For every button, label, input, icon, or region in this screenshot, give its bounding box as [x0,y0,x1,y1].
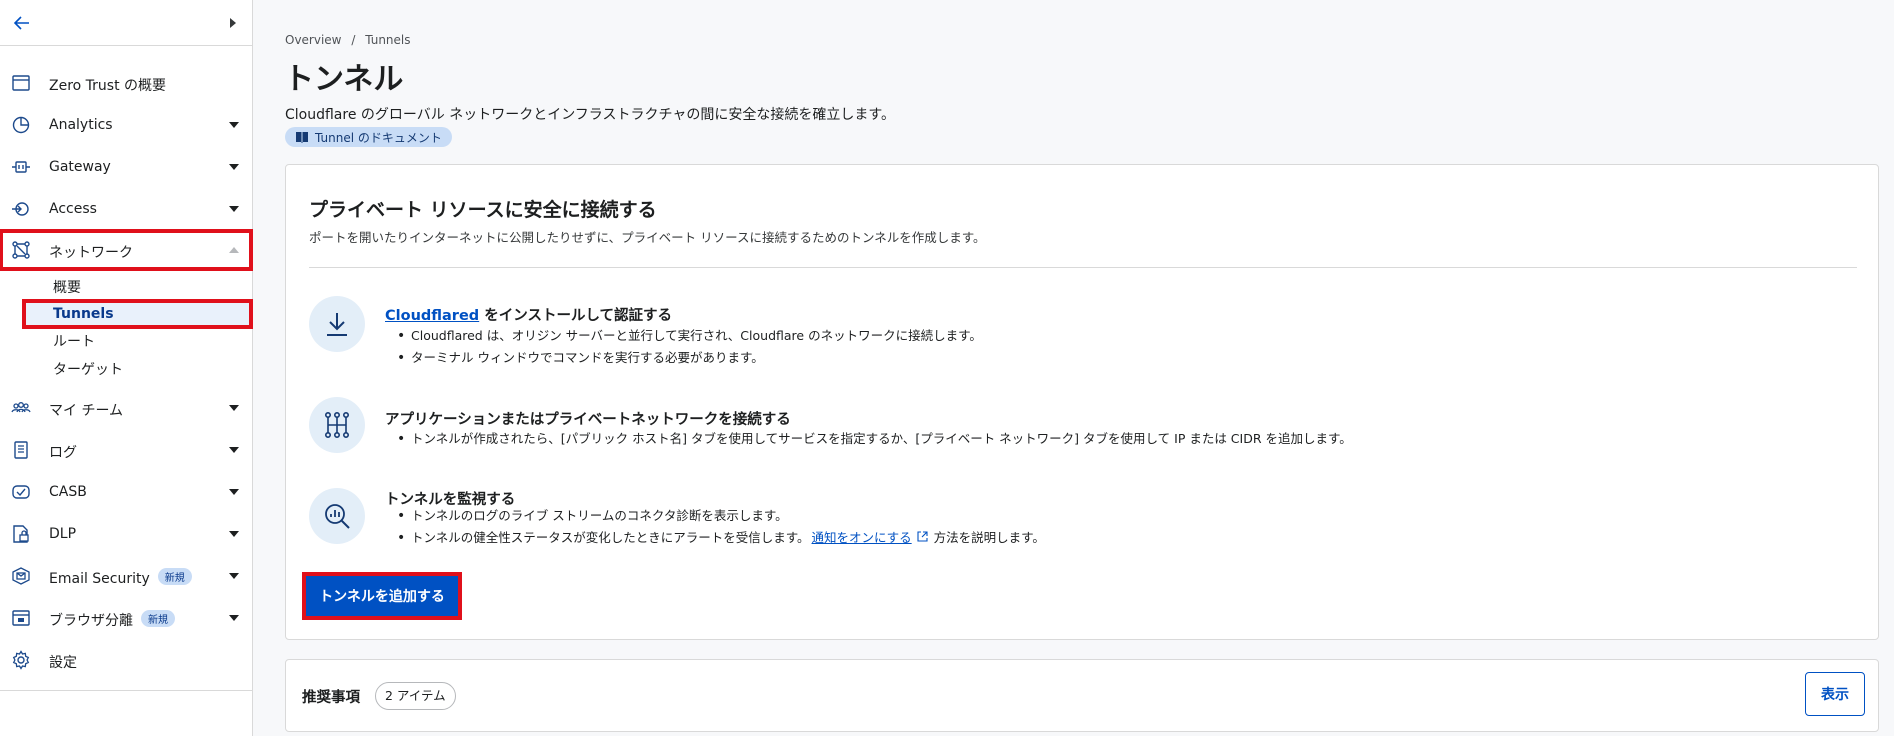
new-badge: 新規 [157,568,192,585]
step-icon-circle [309,296,365,352]
cloudflared-link[interactable]: Cloudflared [385,308,479,324]
chevron-right-icon[interactable] [228,17,238,29]
card-divider [309,267,1857,268]
sidebar-item-label: ログ [49,445,77,461]
chevron-down-icon [229,122,239,128]
chevron-down-icon [229,531,239,537]
doc-link-badge[interactable]: Tunnel のドキュメント [285,127,452,147]
chevron-down-icon [229,206,239,212]
monitor-search-icon [325,504,350,529]
sidebar-item-label: ネットワーク [49,245,133,261]
sidebar-subitem-targets[interactable]: ターゲット [23,354,252,382]
sidebar-item-dlp[interactable]: DLP [0,514,252,554]
gateway-icon [12,161,30,173]
sidebar-item-label: Zero Trust の概要 [49,78,167,94]
main-content: Overview / Tunnels トンネル Cloudflare のグローバ… [253,0,1894,736]
log-icon [14,441,28,459]
breadcrumb: Overview / Tunnels [285,33,411,47]
chevron-down-icon [229,447,239,453]
card-title: プライベート リソースに安全に接続する [309,199,657,221]
network-connect-icon [324,411,349,438]
chevron-down-icon [229,405,239,411]
step-bullets: トンネルが作成されたら、[パブリック ホスト名] タブを使用してサービスを指定す… [397,428,1352,450]
sidebar-item-label: Gateway [49,159,111,175]
breadcrumb-overview[interactable]: Overview [285,33,342,47]
sidebar-item-gateway[interactable]: Gateway [0,147,252,187]
tunnel-setup-card: プライベート リソースに安全に接続する ポートを開いたりインターネットに公開した… [285,164,1879,640]
sidebar-item-label: Analytics [49,117,113,133]
sidebar-subitem-tunnels[interactable]: Tunnels [22,299,253,329]
sidebar-item-overview[interactable]: Zero Trust の概要 [0,63,252,103]
recommendations-label: 推奨事項 [302,690,360,706]
step-bullets: Cloudflared は、オリジン サーバーと並行して実行され、Cloudfl… [397,325,982,369]
list-item: トンネルの健全性ステータスが変化したときにアラートを受信します。通知をオンにする… [397,527,1045,549]
breadcrumb-separator: / [351,33,356,47]
list-item: Cloudflared は、オリジン サーバーと並行して実行され、Cloudfl… [397,325,982,347]
sidebar-item-label: Access [49,201,97,217]
sidebar-item-browser-isolation[interactable]: ブラウザ分離 新規 [0,598,252,638]
list-item: トンネルのログのライブ ストリームのコネクタ診断を表示します。 [397,505,1045,527]
recommendations-count-badge: 2 アイテム [375,682,456,710]
step-icon-circle [309,397,365,453]
browser-isolation-icon [12,610,30,626]
casb-icon [12,485,30,499]
sidebar-item-label: マイ チーム [49,403,124,419]
enable-notifications-link[interactable]: 通知をオンにする [812,530,912,545]
add-tunnel-button[interactable]: トンネルを追加する [302,572,462,620]
chevron-down-icon [229,615,239,621]
chevron-down-icon [229,164,239,170]
step-bullets: トンネルのログのライブ ストリームのコネクタ診断を表示します。 トンネルの健全性… [397,505,1045,549]
sidebar-item-label: CASB [49,484,87,500]
book-icon [296,132,308,143]
sidebar-item-email-security[interactable]: Email Security 新規 [0,556,252,596]
sidebar-item-label: 設定 [49,655,77,671]
sidebar-item-network[interactable]: ネットワーク [0,229,253,271]
sidebar-header [0,0,252,46]
show-recommendations-button[interactable]: 表示 [1805,672,1865,716]
sidebar-item-my-team[interactable]: マイ チーム [0,388,252,428]
sidebar-subitem-routes[interactable]: ルート [23,326,252,354]
recommendations-panel: 推奨事項 2 アイテム 表示 [285,659,1879,732]
access-icon [12,202,29,216]
sidebar-item-casb[interactable]: CASB [0,472,252,512]
step-title: Cloudflared をインストールして認証する [385,308,673,324]
chevron-up-icon [229,247,239,253]
sidebar-item-label: Email Security [49,571,150,587]
list-item: トンネルが作成されたら、[パブリック ホスト名] タブを使用してサービスを指定す… [397,428,1352,450]
step-title: アプリケーションまたはプライベートネットワークを接続する [385,412,791,428]
step-icon-circle [309,488,365,544]
sidebar-divider [0,690,252,691]
page-description: Cloudflare のグローバル ネットワークとインフラストラクチャの間に安全… [285,107,895,123]
page-title: トンネル [284,62,404,97]
external-link-icon [917,531,928,542]
sidebar-item-logs[interactable]: ログ [0,430,252,470]
team-icon [11,402,31,413]
sidebar-item-access[interactable]: Access [0,189,252,229]
sidebar-item-label: DLP [49,526,77,542]
list-item: ターミナル ウィンドウでコマンドを実行する必要があります。 [397,347,982,369]
back-arrow-icon[interactable] [12,13,32,33]
gear-icon [12,650,30,670]
doc-link-label: Tunnel のドキュメント [315,130,442,145]
sidebar: Zero Trust の概要 Analytics Gateway Access … [0,0,253,736]
chevron-down-icon [229,573,239,579]
email-security-icon [12,567,30,585]
download-icon [327,313,347,336]
breadcrumb-current: Tunnels [365,33,411,47]
card-subtitle: ポートを開いたりインターネットに公開したりせずに、プライベート リソースに接続す… [309,230,986,245]
dlp-icon [13,525,29,543]
analytics-icon [12,116,30,134]
sidebar-item-analytics[interactable]: Analytics [0,105,252,145]
chevron-down-icon [229,489,239,495]
new-badge: 新規 [141,610,175,627]
sidebar-item-settings[interactable]: 設定 [0,640,252,680]
window-icon [12,75,30,91]
network-icon [12,241,30,259]
sidebar-subitem-overview[interactable]: 概要 [23,272,252,300]
sidebar-item-label: ブラウザ分離 [49,613,133,629]
